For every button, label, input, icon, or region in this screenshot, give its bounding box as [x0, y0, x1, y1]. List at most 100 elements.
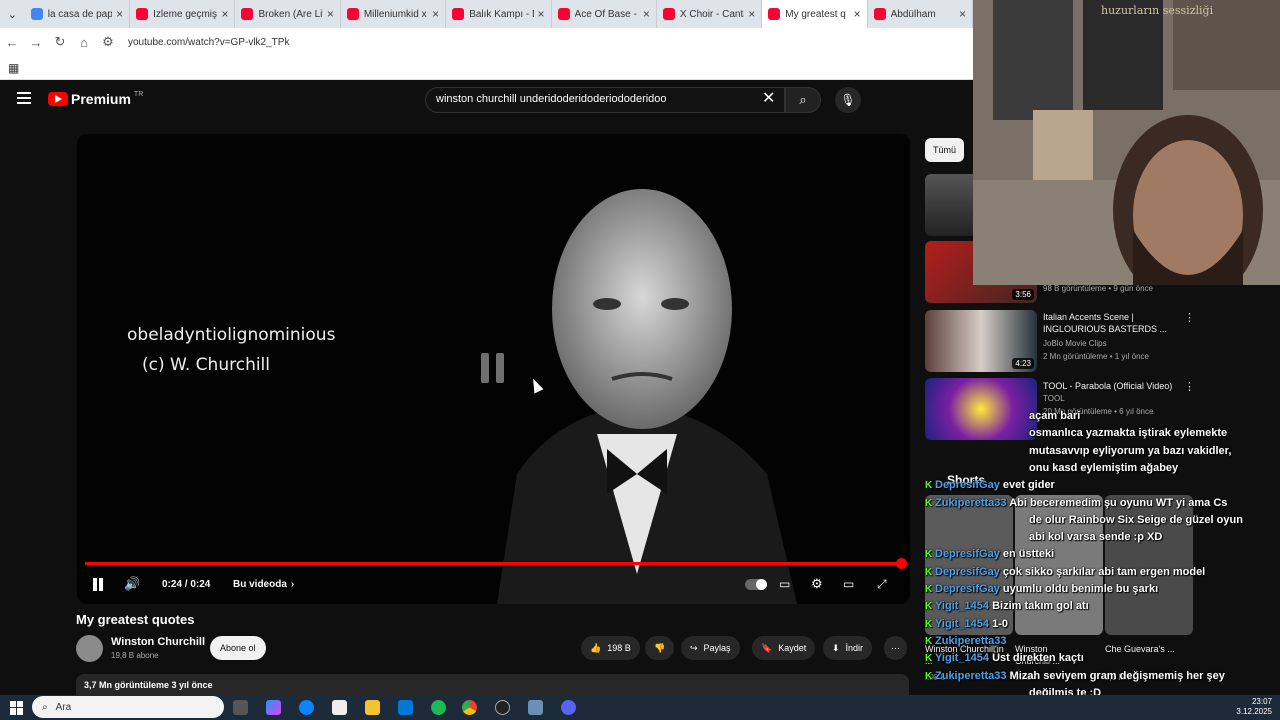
browser-tab[interactable]: My greatest q ×: [762, 0, 868, 28]
browser-tab-strip: ⌄ la casa de papel a×İzleme geçmişi - Y×…: [0, 0, 973, 28]
chat-username: Zukiperetta33: [935, 634, 1007, 647]
close-tab-icon[interactable]: ×: [327, 7, 334, 21]
discord-icon[interactable]: [561, 700, 576, 715]
fullscreen-icon: ⤢: [877, 576, 887, 591]
thumbs-up-icon: 👍: [590, 642, 602, 653]
volume-button[interactable]: 🔊: [124, 574, 140, 594]
back-icon[interactable]: ←: [0, 35, 24, 50]
close-tab-icon[interactable]: ×: [538, 7, 545, 21]
chapter-label: Bu videoda: [233, 578, 287, 590]
browser-tab[interactable]: Ace Of Base - Hap ×: [552, 0, 657, 28]
chrome-icon[interactable]: [462, 700, 477, 715]
like-button[interactable]: 👍 198 B: [581, 636, 640, 660]
copilot-icon[interactable]: [266, 700, 281, 715]
chat-username: DepresifGay: [935, 583, 1000, 595]
recommendation-thumbnail[interactable]: 4:23: [925, 310, 1037, 372]
chip-all[interactable]: Tümü: [925, 138, 965, 162]
spotify-icon[interactable]: [431, 700, 446, 715]
edge-icon[interactable]: [299, 700, 314, 715]
chat-text: Abi beceremedim şu oyunu WT yi ama Cs: [1009, 496, 1228, 509]
logo-text: Premium: [71, 91, 131, 107]
youtube-logo[interactable]: Premium TR: [48, 91, 143, 107]
site-info-icon[interactable]: ⚙: [96, 34, 120, 50]
chat-message: açam bari: [1029, 410, 1080, 422]
chat-text: de olur Rainbow Six Seige de güzel oyun: [1029, 513, 1243, 526]
close-tab-icon[interactable]: ×: [854, 7, 861, 21]
browser-tab[interactable]: Broken (Are Little ×: [235, 0, 341, 28]
home-icon[interactable]: ⌂: [72, 35, 96, 50]
url-field[interactable]: youtube.com/watch?v=GP-vlk2_TPk: [128, 37, 289, 48]
tab-favicon-icon: [346, 8, 359, 20]
more-options-icon[interactable]: ⋮: [1184, 380, 1195, 393]
tab-search-icon[interactable]: ⌄: [0, 0, 25, 28]
autoplay-toggle[interactable]: [745, 574, 767, 594]
clear-search-icon[interactable]: ✕: [762, 88, 775, 108]
tab-title: X Choir - Cantata: [679, 8, 744, 20]
chat-message: K Zukiperetta33 Abi beceremedim şu oyunu…: [925, 497, 1227, 509]
recommendation-channel[interactable]: TOOL: [1043, 394, 1065, 403]
browser-tab[interactable]: la casa de papel a ×: [25, 0, 131, 28]
browser-tab[interactable]: X Choir - Cantata ×: [657, 0, 763, 28]
system-clock[interactable]: 23:07 3.12.2025: [1236, 697, 1272, 717]
like-count: 198 B: [607, 643, 631, 653]
subscribe-button[interactable]: Abone ol: [210, 636, 266, 660]
theater-mode-button[interactable]: ▭: [843, 574, 854, 594]
browser-tab[interactable]: Abdülham ×: [868, 0, 973, 28]
windows-start-icon[interactable]: [10, 700, 24, 715]
browser-tab[interactable]: İzleme geçmişi - Y×: [130, 0, 236, 28]
avatar[interactable]: [76, 635, 103, 662]
chapter-button[interactable]: Bu videoda ›: [233, 574, 294, 594]
taskbar-search-input[interactable]: ⌕ Ara: [32, 696, 224, 718]
tab-favicon-icon: [30, 8, 43, 20]
browser-tab[interactable]: Milleniumkid x Jb ×: [341, 0, 447, 28]
browser-tab[interactable]: Balık Kampı - Der ×: [446, 0, 552, 28]
settings-button[interactable]: ⚙: [811, 574, 823, 594]
close-tab-icon[interactable]: ×: [959, 7, 966, 21]
dislike-button[interactable]: 👎: [645, 636, 675, 660]
close-tab-icon[interactable]: ×: [748, 7, 755, 21]
fullscreen-button[interactable]: ⤢: [877, 574, 887, 594]
close-tab-icon[interactable]: ×: [116, 7, 123, 21]
close-tab-icon[interactable]: ×: [432, 7, 439, 21]
apps-icon[interactable]: ▦: [8, 61, 19, 75]
app-icon[interactable]: [528, 700, 543, 715]
save-button[interactable]: 🔖 Kaydet: [752, 636, 816, 660]
share-button[interactable]: ↪ Paylaş: [681, 636, 740, 660]
close-tab-icon[interactable]: ×: [221, 7, 228, 21]
subtitles-button[interactable]: ▭: [779, 574, 790, 594]
file-explorer-icon[interactable]: [365, 700, 380, 715]
tab-favicon-icon: [136, 8, 149, 20]
download-button[interactable]: ⬇ İndir: [823, 636, 873, 660]
forward-icon[interactable]: →: [24, 35, 48, 50]
outlook-icon[interactable]: [398, 700, 413, 715]
progress-bar[interactable]: [85, 558, 907, 569]
scrubber-handle[interactable]: [896, 558, 907, 569]
tab-title: la casa de papel a: [47, 8, 112, 20]
close-tab-icon[interactable]: ×: [643, 7, 650, 21]
chat-text: Mizah seviyem gram değişmemiş her şey: [1009, 669, 1225, 682]
store-icon[interactable]: [332, 700, 347, 715]
recommendation-channel[interactable]: JoBlo Movie Clips: [1043, 339, 1107, 348]
more-options-icon[interactable]: ⋮: [1184, 311, 1195, 324]
more-actions-button[interactable]: ⋯: [884, 636, 907, 660]
kick-icon: K: [925, 584, 935, 595]
reload-icon[interactable]: ↻: [48, 34, 72, 50]
obs-icon[interactable]: [495, 700, 510, 715]
menu-icon[interactable]: [17, 92, 31, 104]
pause-icon: [92, 577, 104, 591]
recommendation-title[interactable]: TOOL - Parabola (Official Video): [1043, 380, 1173, 392]
youtube-play-icon: [48, 92, 68, 106]
search-button[interactable]: ⌕: [785, 87, 821, 113]
chat-message: K Zukiperetta33: [925, 635, 1007, 647]
pause-button[interactable]: [92, 574, 104, 594]
description-box[interactable]: 3,7 Mn görüntüleme 3 yıl önce: [76, 674, 909, 696]
recommendation-title[interactable]: Italian Accents Scene | INGLOURIOUS BAST…: [1043, 311, 1173, 335]
search-input[interactable]: winston churchill underidoderidoderiodod…: [425, 87, 785, 113]
channel-name[interactable]: Winston Churchill: [111, 636, 205, 648]
video-player[interactable]: obeladyntiolignominious (c) W. Churchill…: [77, 134, 910, 604]
tab-title: Broken (Are Little: [258, 8, 323, 20]
voice-search-button[interactable]: 🎙: [835, 87, 861, 113]
task-view-icon[interactable]: [233, 700, 248, 715]
kick-icon: K: [925, 549, 935, 561]
chevron-right-icon: ›: [290, 578, 295, 590]
